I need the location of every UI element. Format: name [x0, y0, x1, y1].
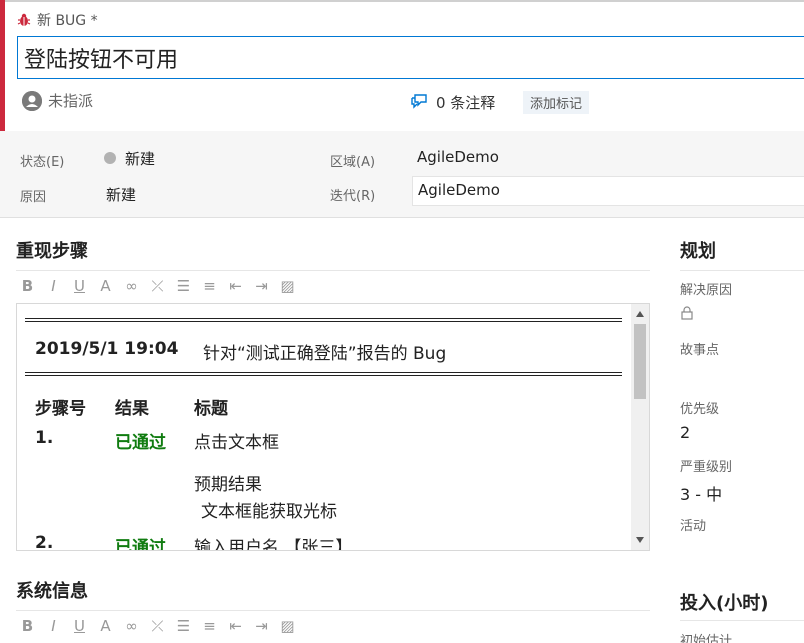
outdent-icon[interactable]: ⇤	[226, 277, 245, 295]
highlight-icon[interactable]: A	[96, 617, 115, 635]
reason-value[interactable]: 新建	[106, 184, 136, 205]
lock-icon	[681, 305, 693, 324]
work-item-form: 新 BUG * 登陆按钮不可用 未指派 0 条注释 添加标记 状态(E) 新建 …	[0, 0, 804, 643]
bold-icon[interactable]: B	[18, 277, 37, 295]
column-title: 标题	[194, 399, 228, 419]
planning-title: 规划	[680, 241, 716, 262]
scroll-thumb[interactable]	[634, 324, 646, 399]
italic-icon[interactable]: I	[44, 617, 63, 635]
report-top-rule	[25, 318, 622, 322]
column-step-number: 步骤号	[35, 399, 86, 419]
story-points-label: 故事点	[680, 343, 720, 358]
numbered-list-icon[interactable]: ≡	[200, 617, 219, 635]
step-result: 已通过	[115, 433, 166, 453]
resolved-reason-label: 解决原因	[680, 283, 733, 298]
state-value[interactable]: 新建	[125, 148, 155, 169]
repro-toolbar: B I U A ∞ ⤫ ☰ ≡ ⇤ ⇥ ▨	[18, 277, 297, 295]
step-result: 已通过	[115, 538, 166, 551]
image-icon[interactable]: ▨	[278, 277, 297, 295]
work-item-type-label: 新 BUG *	[37, 13, 98, 29]
work-item-type: 新 BUG *	[17, 10, 98, 30]
repro-steps-editor[interactable]: 2019/5/1 19:04 针对“测试正确登陆”报告的 Bug 步骤号 结果 …	[16, 303, 650, 551]
indent-icon[interactable]: ⇥	[252, 617, 271, 635]
highlight-icon[interactable]: A	[96, 277, 115, 295]
expected-result-label: 预期结果	[194, 475, 262, 495]
work-item-header: 新 BUG * 登陆按钮不可用 未指派 0 条注释 添加标记	[0, 0, 804, 131]
fields-section: 状态(E) 新建 原因 新建 区域(A) AgileDemo 迭代(R) Agi…	[0, 131, 804, 218]
link-icon[interactable]: ∞	[122, 277, 141, 295]
report-title: 针对“测试正确登陆”报告的 Bug	[203, 344, 447, 364]
bullet-list-icon[interactable]: ☰	[174, 277, 193, 295]
expected-result: 文本框能获取光标	[201, 502, 337, 522]
system-info-title: 系统信息	[16, 581, 88, 602]
report-bottom-rule	[25, 372, 622, 376]
outdent-icon[interactable]: ⇤	[226, 617, 245, 635]
effort-title: 投入(小时)	[680, 593, 769, 614]
unlink-icon[interactable]: ⤫	[148, 277, 167, 295]
column-result: 结果	[115, 399, 149, 419]
state-label: 状态(E)	[20, 155, 65, 170]
step-number: 1.	[35, 428, 54, 448]
step-title: 输入用户名 【张三】	[194, 538, 353, 551]
original-estimate-label: 初始估计	[680, 634, 733, 643]
iteration-label: 迭代(R)	[330, 189, 376, 204]
title-input[interactable]: 登陆按钮不可用	[17, 36, 804, 79]
step-number: 2.	[35, 533, 54, 551]
iteration-input[interactable]: AgileDemo	[412, 176, 804, 206]
bold-icon[interactable]: B	[18, 617, 37, 635]
comment-count: 0 条注释	[436, 94, 496, 112]
state-indicator	[104, 152, 116, 164]
system-toolbar: B I U A ∞ ⤫ ☰ ≡ ⇤ ⇥ ▨	[18, 617, 297, 635]
area-label: 区域(A)	[330, 155, 376, 170]
priority-value[interactable]: 2	[680, 423, 690, 442]
planning-divider	[680, 270, 804, 271]
link-icon[interactable]: ∞	[122, 617, 141, 635]
severity-value[interactable]: 3 - 中	[680, 481, 722, 505]
severity-label: 严重级别	[680, 460, 733, 475]
bug-color-bar	[0, 0, 5, 131]
step-title: 点击文本框	[194, 433, 279, 453]
repro-scrollbar[interactable]	[631, 304, 649, 550]
system-title-divider	[16, 610, 650, 611]
numbered-list-icon[interactable]: ≡	[200, 277, 219, 295]
assigned-to-label: 未指派	[48, 92, 94, 110]
header-divider	[0, 0, 804, 2]
italic-icon[interactable]: I	[44, 277, 63, 295]
add-tag-button[interactable]: 添加标记	[523, 91, 590, 114]
priority-label: 优先级	[680, 402, 720, 417]
underline-icon[interactable]: U	[70, 277, 89, 295]
bullet-list-icon[interactable]: ☰	[174, 617, 193, 635]
unlink-icon[interactable]: ⤫	[148, 617, 167, 635]
image-icon[interactable]: ▨	[278, 617, 297, 635]
indent-icon[interactable]: ⇥	[252, 277, 271, 295]
scroll-up-icon[interactable]	[636, 311, 644, 317]
repro-title-divider	[16, 270, 650, 271]
report-date: 2019/5/1 19:04	[35, 339, 179, 359]
repro-steps-title: 重现步骤	[16, 241, 88, 262]
area-value[interactable]: AgileDemo	[417, 148, 499, 166]
activity-label: 活动	[680, 519, 707, 534]
effort-divider	[680, 620, 804, 621]
reason-label: 原因	[20, 190, 47, 205]
comment-icon	[410, 93, 428, 113]
underline-icon[interactable]: U	[70, 617, 89, 635]
avatar-icon	[22, 90, 42, 111]
scroll-down-icon[interactable]	[636, 537, 644, 543]
bug-icon	[17, 13, 31, 27]
comments-link[interactable]: 0 条注释	[410, 92, 495, 113]
assigned-to-field[interactable]: 未指派	[22, 90, 93, 111]
